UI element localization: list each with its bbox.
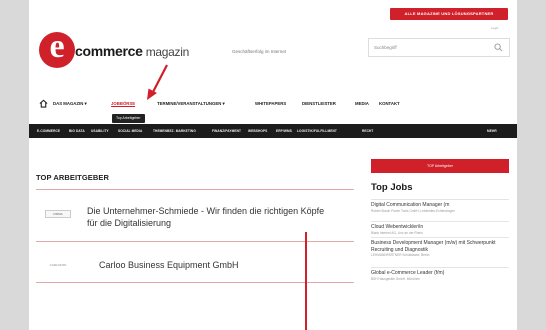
top-job-company: Robert Bosch Power Tools GmbH, Leinfelde… [371, 208, 455, 213]
top-job-item[interactable]: Business Development Manager (m/w) mit S… [371, 240, 509, 258]
login-link[interactable]: Login [491, 26, 498, 30]
employer-title[interactable]: Die Unternehmer-Schmiede - Wir finden di… [87, 205, 327, 229]
divider [36, 189, 354, 190]
employer-logo: FIRMA [45, 210, 71, 218]
category-item[interactable]: WEBSHOPS [248, 129, 267, 133]
category-bar: E-COMMERCE BIG DATA USABILITY SOCIAL MED… [29, 124, 517, 138]
category-item[interactable]: SOCIAL MEDIA [118, 129, 142, 133]
divider [371, 199, 509, 200]
divider [371, 267, 509, 268]
top-job-item[interactable]: Global e-Commerce Leader (f/m) BSH Hausg… [371, 270, 509, 282]
category-item[interactable]: THEMENBEZ. MARKETING [153, 129, 196, 133]
category-item[interactable]: FINANZ/PAYMENT [212, 129, 241, 133]
top-employer-button[interactable]: TOP Arbeitgeber [371, 159, 509, 173]
section-title: TOP ARBEITGEBER [36, 173, 110, 182]
divider [36, 241, 354, 242]
employer-row[interactable]: CARLOFON Carloo Business Equipment GmbH [36, 253, 354, 279]
logo-letter: e [49, 28, 65, 65]
search-icon[interactable] [494, 43, 503, 52]
logo-wordmark: commerce magazin [75, 43, 189, 59]
divider [371, 221, 509, 222]
employer-logo: CARLOFON [49, 263, 67, 267]
logo-word: commerce [75, 43, 143, 59]
nav-item-jobboerse[interactable]: JOBBÖRSE [111, 101, 135, 106]
category-item[interactable]: RECHT [362, 129, 373, 133]
divider [371, 237, 509, 238]
top-jobs-title: Top Jobs [371, 182, 413, 193]
logo-suffix: magazin [142, 45, 190, 59]
top-job-item[interactable]: Cloud Webentwickler/in Blank Internet AG… [371, 224, 509, 236]
nav-item-termine[interactable]: TERMINE/VERANSTALTUNGEN ▾ [157, 101, 225, 107]
employer-row[interactable]: FIRMA Die Unternehmer-Schmiede - Wir fin… [36, 200, 354, 240]
top-job-item[interactable]: Digital Communication Manager (m Robert … [371, 202, 509, 214]
nav-item-whitepapers[interactable]: WHITEPAPERS [255, 101, 286, 106]
web-page: ALLE MAGAZINE UND LÖSUNGSPARTNER Login e… [29, 0, 517, 330]
nav-item-dienstleister[interactable]: DIENSTLEISTER [302, 101, 336, 106]
category-item[interactable]: ERP/WMS [276, 129, 292, 133]
search-input[interactable]: Suchbegriff [368, 38, 510, 57]
all-magazines-button[interactable]: ALLE MAGAZINE UND LÖSUNGSPARTNER [390, 8, 508, 20]
home-icon[interactable] [39, 99, 48, 108]
category-item[interactable]: LOGISTIK/FULFILLMENT [297, 129, 337, 133]
category-item-more[interactable]: MEHR [487, 129, 497, 133]
main-nav: DAS MAGAZIN ▾ JOBBÖRSE TERMINE/VERANSTAL… [29, 96, 517, 112]
nav-item-kontakt[interactable]: KONTAKT [379, 101, 400, 106]
nav-item-magazin[interactable]: DAS MAGAZIN ▾ [53, 101, 87, 107]
top-job-company: Blank Internet AG, Linz an der Rhein [371, 230, 423, 235]
top-job-title[interactable]: Business Development Manager (m/w) mit S… [371, 240, 509, 253]
category-item[interactable]: E-COMMERCE [37, 129, 60, 133]
category-item[interactable]: BIG DATA [69, 129, 85, 133]
nav-item-media[interactable]: MEDIA [355, 101, 369, 106]
divider [36, 282, 354, 283]
site-logo[interactable]: e commerce magazin [39, 28, 209, 68]
employer-title[interactable]: Carloo Business Equipment GmbH [99, 259, 339, 271]
search-placeholder: Suchbegriff [374, 45, 397, 50]
category-item[interactable]: USABILITY [91, 129, 109, 133]
top-job-company: BSH Hausgeräte GmbH, München [371, 276, 420, 281]
site-tagline: Geschäftserfolg im Internet [232, 49, 287, 54]
nav-tooltip[interactable]: Top Arbeitgeber [112, 114, 145, 123]
top-job-company: LEHMANNPARTNER Schulklasse, Berlin [371, 253, 430, 257]
